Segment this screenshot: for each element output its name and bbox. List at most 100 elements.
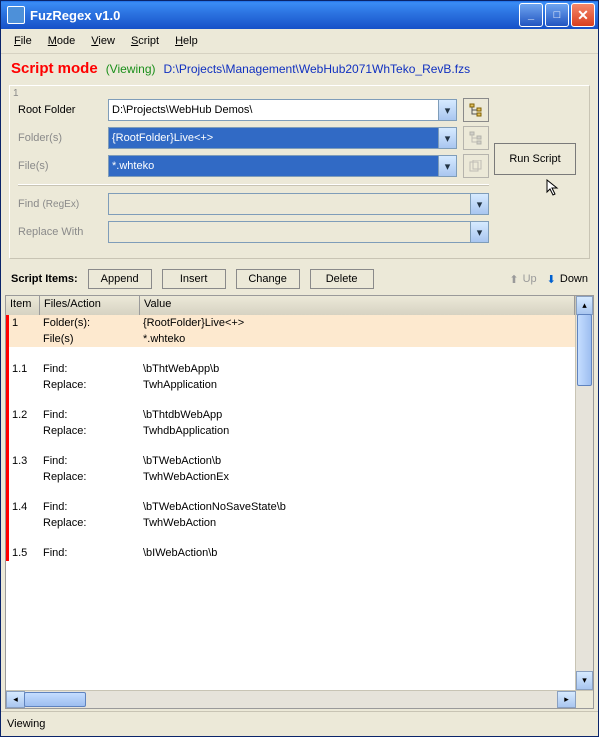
status-text: Viewing: [7, 718, 45, 730]
cell-item: [9, 379, 43, 391]
cell-item: [9, 471, 43, 483]
script-items-grid: Item Files/Action Value 1Folder(s):{Root…: [5, 295, 594, 709]
cell-action: Replace:: [43, 471, 143, 483]
horizontal-scrollbar[interactable]: ◂ ▸: [6, 691, 576, 708]
menu-script[interactable]: Script: [124, 34, 166, 48]
replace-label: Replace With: [18, 226, 108, 238]
table-row[interactable]: 1.3Find:\bTWebAction\b: [6, 453, 575, 469]
insert-button[interactable]: Insert: [162, 269, 226, 289]
cell-action: Find:: [43, 501, 143, 513]
folders-label: Folder(s): [18, 132, 108, 144]
browse-folders-button: [463, 126, 489, 150]
minimize-button[interactable]: _: [519, 3, 543, 27]
files-combo[interactable]: ▾: [108, 155, 457, 177]
cell-value: \bThtdbWebApp: [143, 409, 575, 421]
table-row[interactable]: 1.1Find:\bThtWebApp\b: [6, 361, 575, 377]
maximize-button[interactable]: □: [545, 3, 569, 27]
find-hint: (RegEx): [42, 199, 79, 210]
move-up-button: ⬆Up: [509, 273, 536, 286]
cell-item: [9, 425, 43, 437]
cell-value: \bIWebAction\b: [143, 547, 575, 559]
window-title: FuzRegex v1.0: [30, 8, 517, 23]
app-icon: [7, 6, 25, 24]
menu-file[interactable]: File: [7, 34, 39, 48]
cell-value: *.whteko: [143, 333, 575, 345]
arrow-down-icon: ⬇: [547, 273, 556, 286]
cell-action: Replace:: [43, 379, 143, 391]
folders-input[interactable]: [109, 128, 438, 148]
script-path: D:\Projects\Management\WebHub2071WhTeko_…: [164, 62, 471, 76]
append-button[interactable]: Append: [88, 269, 152, 289]
close-button[interactable]: ✕: [571, 3, 595, 27]
root-folder-label: Root Folder: [18, 104, 75, 116]
chevron-down-icon[interactable]: ▾: [438, 100, 456, 120]
col-action[interactable]: Files/Action: [40, 296, 140, 315]
files-browse-button: [463, 154, 489, 178]
cell-item: 1.2: [9, 409, 43, 421]
chevron-down-icon[interactable]: ▾: [438, 156, 456, 176]
scroll-down-icon[interactable]: ▾: [576, 671, 593, 690]
col-value[interactable]: Value: [140, 296, 575, 315]
cell-item: 1.1: [9, 363, 43, 375]
run-script-button[interactable]: Run Script: [494, 143, 576, 175]
scroll-thumb[interactable]: [24, 692, 86, 707]
table-row[interactable]: File(s)*.whteko: [6, 331, 575, 347]
cell-value: TwhApplication: [143, 379, 575, 391]
change-button[interactable]: Change: [236, 269, 300, 289]
scroll-left-icon[interactable]: ◂: [6, 691, 25, 708]
root-folder-input[interactable]: [109, 100, 438, 120]
chevron-down-icon[interactable]: ▾: [470, 222, 488, 242]
replace-input[interactable]: [109, 222, 470, 242]
menu-mode[interactable]: Mode: [41, 34, 83, 48]
find-input[interactable]: [109, 194, 470, 214]
vertical-scrollbar[interactable]: ▴ ▾: [575, 296, 593, 690]
cell-value: TwhWebAction: [143, 517, 575, 529]
chevron-down-icon[interactable]: ▾: [470, 194, 488, 214]
folders-combo[interactable]: ▾: [108, 127, 457, 149]
table-row[interactable]: Replace:TwhdbApplication: [6, 423, 575, 439]
script-params-panel: 1 Root Folder ▾ Folder(s) ▾: [9, 85, 590, 259]
scroll-thumb[interactable]: [577, 314, 592, 386]
find-combo[interactable]: ▾: [108, 193, 489, 215]
files-label: File(s): [18, 160, 108, 172]
menu-help[interactable]: Help: [168, 34, 205, 48]
mode-bar: Script mode (Viewing) D:\Projects\Manage…: [1, 54, 598, 81]
chevron-down-icon[interactable]: ▾: [438, 128, 456, 148]
cell-item: 1.5: [9, 547, 43, 559]
cell-item: 1.3: [9, 455, 43, 467]
cell-item: 1: [9, 317, 43, 329]
cell-item: [9, 517, 43, 529]
browse-root-button[interactable]: [463, 98, 489, 122]
table-row[interactable]: Replace:TwhWebActionEx: [6, 469, 575, 485]
step-number: 1: [13, 88, 19, 99]
cell-item: [9, 333, 43, 345]
tree-icon: [469, 131, 483, 145]
cell-item: 1.4: [9, 501, 43, 513]
table-row[interactable]: 1.5Find:\bIWebAction\b: [6, 545, 575, 561]
replace-combo[interactable]: ▾: [108, 221, 489, 243]
scroll-up-icon[interactable]: ▴: [576, 296, 593, 315]
menu-view[interactable]: View: [84, 34, 122, 48]
files-input[interactable]: [109, 156, 438, 176]
table-row[interactable]: Replace:TwhApplication: [6, 377, 575, 393]
titlebar[interactable]: FuzRegex v1.0 _ □ ✕: [1, 1, 598, 29]
tree-icon: [469, 103, 483, 117]
delete-button[interactable]: Delete: [310, 269, 374, 289]
table-row[interactable]: 1Folder(s):{RootFolder}Live<+>: [6, 315, 575, 331]
move-down-button[interactable]: ⬇Down: [547, 273, 588, 286]
col-item[interactable]: Item: [6, 296, 40, 315]
grid-header: Item Files/Action Value: [6, 296, 575, 316]
root-folder-combo[interactable]: ▾: [108, 99, 457, 121]
mode-state: (Viewing): [106, 62, 156, 76]
cell-value: TwhdbApplication: [143, 425, 575, 437]
scroll-right-icon[interactable]: ▸: [557, 691, 576, 708]
table-row[interactable]: 1.2Find:\bThtdbWebApp: [6, 407, 575, 423]
cell-action: File(s): [43, 333, 143, 345]
table-row[interactable]: Replace:TwhWebAction: [6, 515, 575, 531]
cell-action: Replace:: [43, 425, 143, 437]
script-items-label: Script Items:: [11, 273, 78, 285]
cell-value: {RootFolder}Live<+>: [143, 317, 575, 329]
cell-action: Folder(s):: [43, 317, 143, 329]
cell-action: Find:: [43, 547, 143, 559]
table-row[interactable]: 1.4Find:\bTWebActionNoSaveState\b: [6, 499, 575, 515]
